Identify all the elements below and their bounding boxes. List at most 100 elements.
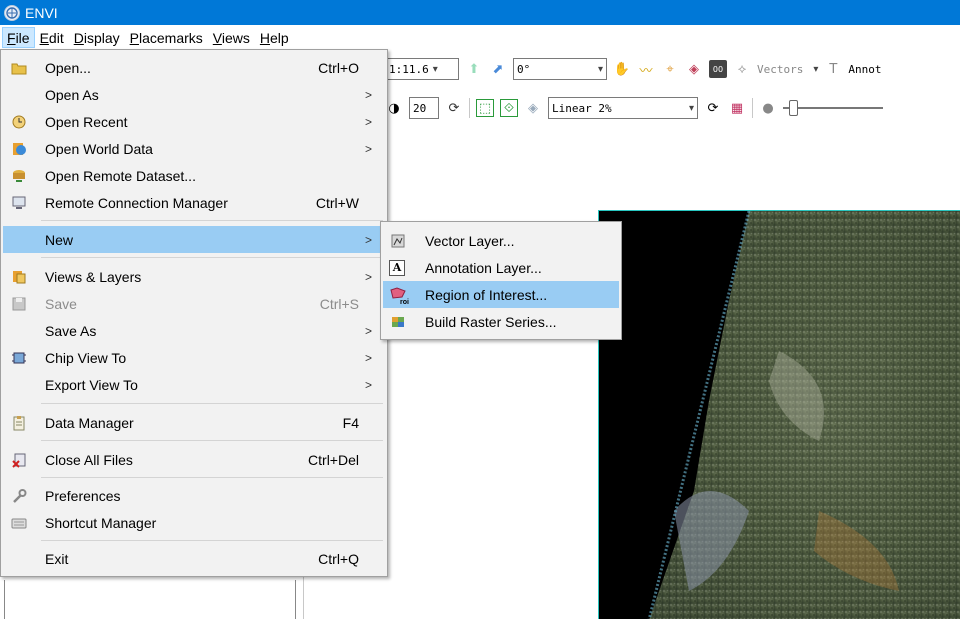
chevron-right-icon: > [364,114,372,129]
menu-item-save[interactable]: Save Ctrl+S [3,290,385,317]
chevron-down-icon: ▾ [597,63,603,75]
chevron-right-icon: > [364,269,372,284]
crosshair-icon[interactable]: ⌖ [661,60,679,78]
spectral-profile-icon[interactable]: 〰 [637,60,655,79]
window-title: ENVI [25,4,58,21]
rotate-up-icon[interactable]: ⬆ [465,60,483,78]
menu-views[interactable]: Views [208,27,255,48]
keyboard-icon [10,514,28,532]
menu-separator [41,540,383,541]
world-data-icon [10,140,28,158]
menu-item-open-remote-dataset[interactable]: Open Remote Dataset... [3,162,385,189]
menu-item-data-manager[interactable]: Data Manager F4 [3,409,385,436]
chevron-right-icon: > [364,377,372,392]
chevron-right-icon: > [364,232,372,247]
pixel-locator-icon[interactable]: 00 [709,60,727,78]
main-toolbar: 1:11.6 ▾ ⬆ ⬈ 0° ▾ ✋ 〰 ⌖ ◈ 00 ⟡ Vectors ▾ T… [382,55,960,83]
envi-app-icon [4,4,20,21]
recent-icon [10,113,28,131]
menu-item-open-as[interactable]: Open As > [3,81,385,108]
menu-separator [41,220,383,221]
satellite-image [647,211,960,619]
menu-display[interactable]: Display [69,27,125,48]
submenu-item-build-raster-series[interactable]: Build Raster Series... [383,308,619,335]
chevron-down-icon: ▾ [688,102,694,114]
menu-item-remote-connection-manager[interactable]: Remote Connection Manager Ctrl+W [3,189,385,216]
roi-icon: roi [389,286,409,306]
menu-item-new[interactable]: New > [3,226,385,253]
transparency-icon[interactable]: ● [759,99,777,117]
vectors-dropdown[interactable]: Vectors [757,63,803,76]
title-bar: ENVI [0,0,960,25]
chevron-down-icon: ▾ [432,63,438,75]
remote-dataset-icon [10,167,28,185]
save-icon [10,295,28,313]
views-layers-icon [10,268,28,286]
zoom-full-icon[interactable]: ⟐ [500,99,518,117]
submenu-item-vector-layer[interactable]: Vector Layer... [383,227,619,254]
menu-item-preferences[interactable]: Preferences [3,482,385,509]
menu-edit[interactable]: Edit [35,27,69,48]
layer-manager-panel [4,580,296,619]
slider-track [783,107,883,109]
vector-tool-icon[interactable]: ⟡ [733,60,751,78]
annotation-dropdown[interactable]: Annot [848,63,881,76]
menu-placemarks[interactable]: Placemarks [125,27,208,48]
menu-separator [41,257,383,258]
menu-item-close-all-files[interactable]: Close All Files Ctrl+Del [3,446,385,473]
reset-stretch-icon[interactable]: ⟳ [704,99,722,117]
chevron-right-icon: > [364,87,372,102]
annotation-tool-icon[interactable]: T [824,60,842,78]
new-submenu: Vector Layer... A Annotation Layer... ro… [380,221,622,340]
slider-thumb[interactable] [789,100,798,116]
menu-bar: File Edit Display Placemarks Views Help [0,25,960,49]
menu-item-views-layers[interactable]: Views & Layers > [3,263,385,290]
submenu-item-region-of-interest[interactable]: roi Region of Interest... [383,281,619,308]
menu-separator [41,403,383,404]
menu-file[interactable]: File [2,26,35,48]
chevron-right-icon: > [364,350,372,365]
raster-series-icon [389,313,407,331]
data-manager-icon [10,414,28,432]
annotation-layer-icon: A [389,259,405,276]
stretch-type-select[interactable]: Linear 2% ▾ [548,97,698,119]
stretch-apply-icon[interactable]: ◈ [524,99,542,117]
zoom-select[interactable]: 1:11.6 ▾ [385,58,459,80]
refresh-icon[interactable]: ⟳ [445,99,463,117]
close-files-icon [10,451,28,469]
menu-item-shortcut-manager[interactable]: Shortcut Manager [3,509,385,536]
toolbar-divider [752,98,753,118]
zoom-extent-icon[interactable]: ⬚ [476,99,494,117]
menu-item-open-recent[interactable]: Open Recent > [3,108,385,135]
menu-separator [41,440,383,441]
roi-tool-icon[interactable]: ◈ [685,60,703,78]
menu-item-open-world-data[interactable]: Open World Data > [3,135,385,162]
toolbar-divider [469,98,470,118]
menu-item-open[interactable]: Open... Ctrl+O [3,54,385,81]
menu-separator [41,477,383,478]
menu-help[interactable]: Help [255,27,294,48]
rotate-north-icon[interactable]: ⬈ [489,60,507,78]
file-menu: Open... Ctrl+O Open As > Open Recent > O… [0,49,388,577]
vector-layer-icon [389,232,407,250]
menu-item-exit[interactable]: Exit Ctrl+Q [3,545,385,572]
folder-open-icon [10,59,28,77]
menu-item-chip-view-to[interactable]: Chip View To > [3,344,385,371]
chevron-right-icon: > [364,141,372,156]
transparency-slider[interactable] [783,99,883,117]
wrench-icon [10,487,28,505]
brightness-field[interactable]: 20 [409,97,439,119]
stretch-toolbar: ◑ 20 ⟳ ⬚ ⟐ ◈ Linear 2% ▾ ⟳ ▦ ● [382,94,960,122]
pan-hand-icon[interactable]: ✋ [613,60,631,78]
image-view[interactable] [598,210,960,619]
chevron-down-icon[interactable]: ▾ [813,64,818,75]
menu-item-save-as[interactable]: Save As > [3,317,385,344]
menu-item-export-view-to[interactable]: Export View To > [3,371,385,398]
histogram-icon[interactable]: ▦ [728,99,746,117]
roi-icon-label: roi [400,298,409,306]
chip-view-icon [10,349,28,367]
rotation-select[interactable]: 0° ▾ [513,58,607,80]
chevron-right-icon: > [364,323,372,338]
submenu-item-annotation-layer[interactable]: A Annotation Layer... [383,254,619,281]
connection-manager-icon [10,194,28,212]
